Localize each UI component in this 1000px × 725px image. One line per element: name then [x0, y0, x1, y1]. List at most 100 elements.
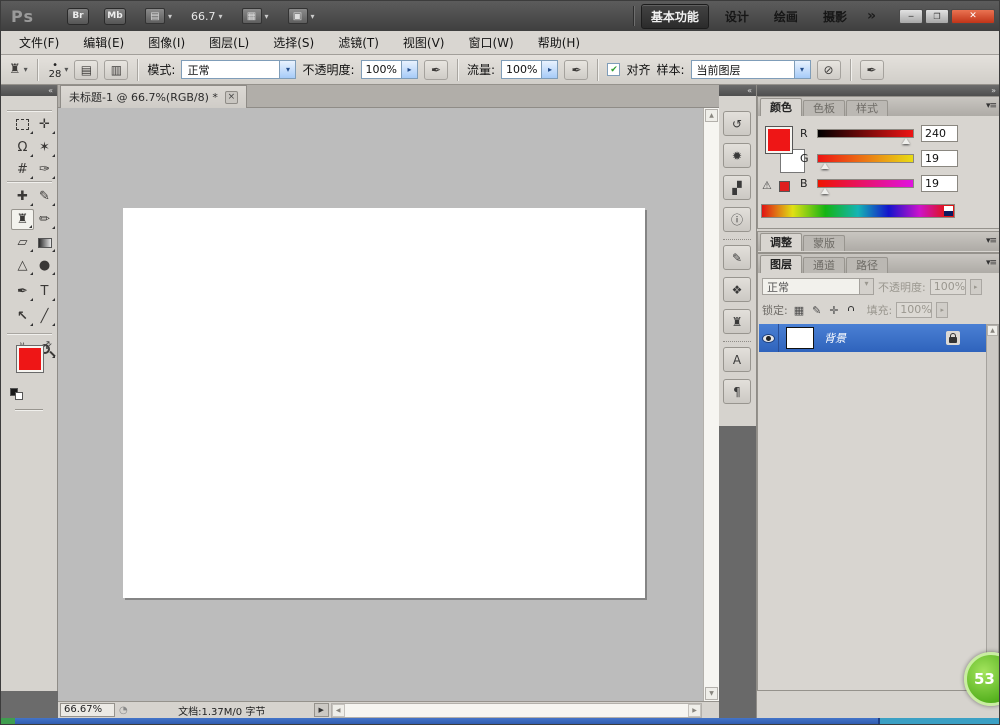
- tab-color[interactable]: 颜色: [760, 98, 802, 116]
- foreground-color-swatch[interactable]: [16, 345, 44, 373]
- sample-select[interactable]: 当前图层 ▾: [690, 60, 811, 79]
- eyedropper-tool[interactable]: ✑: [33, 159, 56, 180]
- workspace-overflow-button[interactable]: »: [863, 8, 880, 24]
- opacity-pressure-button[interactable]: ✒: [423, 59, 448, 80]
- history-panel-button[interactable]: ↺: [723, 111, 751, 136]
- opacity-input[interactable]: 100% ▸: [360, 60, 418, 79]
- line-tool[interactable]: ╱: [33, 306, 56, 327]
- tab-adjustments[interactable]: 调整: [760, 233, 802, 251]
- toggle-clone-source-panel-button[interactable]: ▥: [104, 59, 129, 80]
- lock-pixels-icon[interactable]: ✎: [812, 304, 821, 317]
- menu-filter[interactable]: 滤镜(T): [326, 31, 391, 54]
- default-colors-icon[interactable]: [10, 388, 25, 401]
- spot-healing-brush-tool[interactable]: ✚: [11, 186, 34, 207]
- ignore-adjustment-layers-button[interactable]: ⊘: [816, 59, 841, 80]
- status-zoom-input[interactable]: 66.67%: [60, 703, 115, 717]
- workspace-design-button[interactable]: 设计: [716, 5, 758, 28]
- scroll-up-button[interactable]: ▲: [987, 325, 998, 336]
- canvas-area[interactable]: [58, 108, 703, 701]
- document-tab-close-button[interactable]: ×: [224, 90, 238, 104]
- layer-thumbnail[interactable]: [786, 327, 814, 349]
- burn-tool[interactable]: ●: [33, 255, 56, 276]
- minimize-button[interactable]: ─: [899, 8, 923, 24]
- histogram-panel-button[interactable]: ▞: [723, 175, 751, 200]
- view-extras-button[interactable]: ▤ ▾: [144, 8, 172, 24]
- layer-row-background[interactable]: 背景: [759, 324, 986, 352]
- path-selection-tool[interactable]: ↖: [11, 306, 34, 327]
- rectangular-marquee-tool[interactable]: [11, 114, 34, 135]
- windows-taskbar[interactable]: [1, 718, 999, 724]
- tab-styles[interactable]: 样式: [846, 100, 888, 116]
- airbrush-toggle-button[interactable]: ✒: [564, 59, 589, 80]
- eraser-tool[interactable]: ▱: [11, 232, 34, 253]
- info-panel-button[interactable]: ⓘ: [723, 207, 751, 232]
- blue-channel-value[interactable]: 19: [921, 174, 958, 192]
- gradient-tool[interactable]: [33, 232, 56, 253]
- pen-tool[interactable]: ✒: [11, 281, 34, 302]
- lock-position-icon[interactable]: ✛: [829, 304, 838, 317]
- scroll-up-button[interactable]: ▲: [705, 109, 718, 122]
- menu-image[interactable]: 图像(I): [136, 31, 197, 54]
- tab-swatches[interactable]: 色板: [803, 100, 845, 116]
- lock-transparency-icon[interactable]: ▦: [794, 304, 804, 317]
- tab-paths[interactable]: 路径: [846, 257, 888, 273]
- menu-layer[interactable]: 图层(L): [197, 31, 261, 54]
- zoom-level-button[interactable]: 66.7 ▾: [191, 10, 223, 23]
- tab-masks[interactable]: 蒙版: [803, 235, 845, 251]
- toggle-brush-panel-button[interactable]: ▤: [74, 59, 99, 80]
- panel-menu-icon[interactable]: ▾≡: [986, 236, 997, 246]
- horizontal-scrollbar[interactable]: ◀ ▶: [330, 702, 702, 718]
- lasso-tool[interactable]: Ω: [11, 137, 34, 158]
- bridge-launch-button[interactable]: Br: [66, 7, 89, 25]
- blend-mode-select[interactable]: 正常 ▾: [181, 60, 297, 79]
- quick-selection-tool[interactable]: ✶: [33, 137, 56, 158]
- layer-opacity-value[interactable]: 100%: [929, 278, 966, 295]
- tab-channels[interactable]: 通道: [803, 257, 845, 273]
- tool-preset-picker[interactable]: ♜ ▾: [9, 62, 28, 77]
- scroll-right-button[interactable]: ▶: [688, 703, 701, 717]
- panel-menu-icon[interactable]: ▾≡: [986, 258, 997, 268]
- workspace-photography-button[interactable]: 摄影: [814, 5, 856, 28]
- fill-value[interactable]: 100%: [896, 302, 933, 318]
- clone-stamp-tool[interactable]: ♜: [11, 209, 34, 230]
- menu-file[interactable]: 文件(F): [7, 31, 71, 54]
- blue-channel-slider[interactable]: [817, 178, 914, 194]
- menu-help[interactable]: 帮助(H): [526, 31, 592, 54]
- menu-view[interactable]: 视图(V): [391, 31, 457, 54]
- flow-input[interactable]: 100% ▸: [501, 60, 559, 79]
- scroll-left-button[interactable]: ◀: [331, 703, 345, 717]
- clone-source-panel-button[interactable]: ❖: [723, 277, 751, 302]
- red-channel-value[interactable]: 240: [921, 124, 958, 142]
- status-info-menu-button[interactable]: ▶: [313, 703, 329, 717]
- paragraph-panel-button[interactable]: ¶: [723, 379, 751, 404]
- green-channel-value[interactable]: 19: [921, 149, 958, 167]
- gamut-color-swatch[interactable]: [779, 181, 790, 192]
- slider-handle[interactable]: [902, 137, 910, 144]
- brush-preset-picker[interactable]: • 28 ▾: [49, 60, 69, 79]
- blur-tool[interactable]: △: [11, 255, 34, 276]
- foreground-color-swatch[interactable]: [765, 126, 793, 154]
- layer-visibility-toggle[interactable]: [759, 324, 779, 352]
- brush-tool[interactable]: ✎: [33, 186, 56, 207]
- black-pick-square[interactable]: [944, 211, 953, 216]
- history-brush-tool[interactable]: ✏: [33, 209, 56, 230]
- crop-tool[interactable]: #: [11, 159, 34, 180]
- character-panel-button[interactable]: A: [723, 347, 751, 372]
- restore-button[interactable]: ❐: [925, 8, 949, 24]
- layers-scrollbar[interactable]: ▲ ▼: [986, 324, 999, 684]
- styles-panel-button[interactable]: ✹: [723, 143, 751, 168]
- panel-menu-icon[interactable]: ▾≡: [986, 101, 997, 111]
- layer-blend-mode-select[interactable]: 正常 ▾: [762, 278, 874, 295]
- canvas-document[interactable]: [123, 208, 645, 598]
- vertical-scrollbar[interactable]: ▲ ▼: [703, 108, 719, 701]
- menu-select[interactable]: 选择(S): [261, 31, 326, 54]
- icon-dock-collapse-button[interactable]: «: [719, 85, 756, 96]
- panel-dock-collapse-button[interactable]: »: [757, 85, 999, 96]
- size-pressure-button[interactable]: ✒: [859, 59, 884, 80]
- brush-panel-button[interactable]: ✎: [723, 245, 751, 270]
- menu-window[interactable]: 窗口(W): [456, 31, 525, 54]
- close-button[interactable]: ✕: [951, 8, 995, 24]
- menu-edit[interactable]: 编辑(E): [71, 31, 136, 54]
- type-tool[interactable]: T: [33, 281, 56, 302]
- slider-handle[interactable]: [821, 187, 829, 194]
